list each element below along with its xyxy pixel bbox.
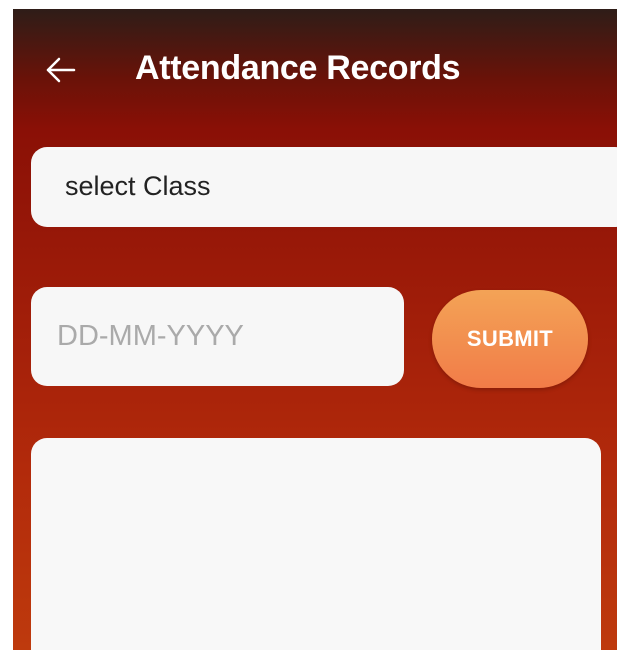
class-select-value: select Class: [65, 171, 211, 201]
date-input[interactable]: [31, 287, 404, 386]
results-panel: [31, 438, 601, 650]
class-select-dropdown[interactable]: select Class: [31, 147, 617, 227]
app-screen: Attendance Records select Class SUBMIT: [13, 9, 617, 650]
arrow-left-icon[interactable]: [43, 53, 77, 87]
submit-button[interactable]: SUBMIT: [432, 290, 588, 388]
app-bar: Attendance Records: [13, 9, 617, 129]
page-title: Attendance Records: [135, 49, 461, 87]
